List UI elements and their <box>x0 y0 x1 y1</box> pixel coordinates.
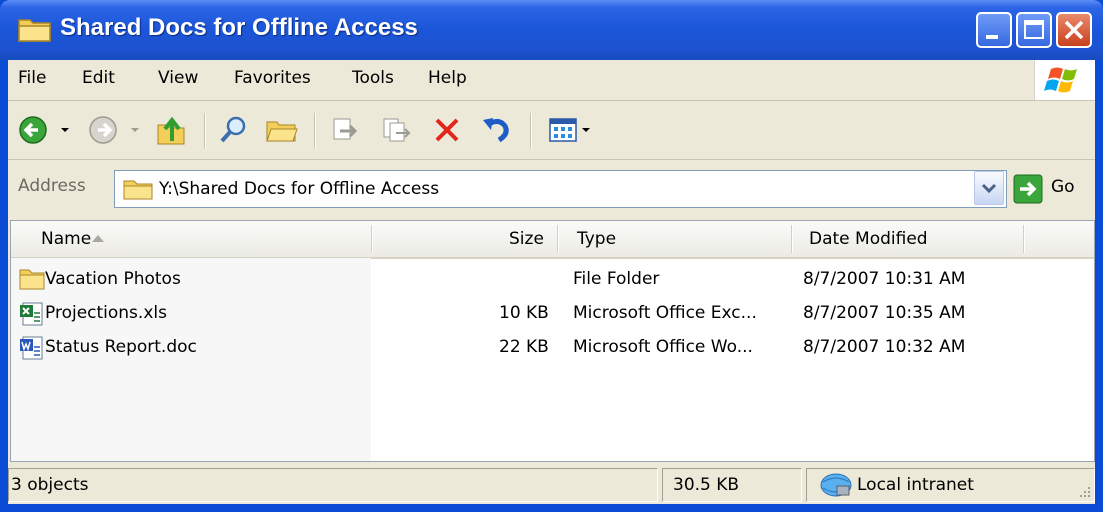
file-name: Projections.xls <box>45 303 167 323</box>
column-divider[interactable] <box>791 225 793 253</box>
object-count: 3 objects <box>11 475 89 495</box>
column-divider[interactable] <box>557 225 559 253</box>
toolbar-separator <box>530 113 532 149</box>
toolbar-separator <box>204 113 206 149</box>
minimize-icon <box>986 35 998 39</box>
standard-toolbar <box>8 101 1095 160</box>
move-to-icon <box>333 118 358 140</box>
back-button[interactable] <box>16 111 56 149</box>
views-icon <box>549 118 590 142</box>
copy-to-icon <box>383 118 411 142</box>
folder-icon <box>19 269 45 290</box>
resize-grip-icon[interactable] <box>1076 483 1092 499</box>
status-pane-size: 30.5 KB <box>662 468 802 502</box>
list-item[interactable]: Status Report.doc 22 KB Microsoft Office… <box>11 331 1094 365</box>
window-title: Shared Docs for Offline Access <box>60 14 418 41</box>
file-type: File Folder <box>573 269 660 289</box>
menu-favorites[interactable]: Favorites <box>234 68 311 88</box>
maximize-icon <box>1024 20 1044 39</box>
column-header-type[interactable]: Type <box>577 229 616 249</box>
forward-icon <box>89 116 117 144</box>
list-header: Name Size Type Date Modified <box>11 221 1094 259</box>
column-divider[interactable] <box>1023 225 1025 253</box>
chevron-down-icon <box>131 128 139 132</box>
excel-file-icon <box>20 302 43 326</box>
address-input[interactable]: Y:\Shared Docs for Offline Access <box>114 170 1007 208</box>
back-dropdown-button[interactable] <box>56 111 76 149</box>
file-name: Status Report.doc <box>45 337 197 357</box>
local-intranet-icon <box>820 473 852 497</box>
list-item[interactable]: Vacation Photos File Folder 8/7/2007 10:… <box>11 263 1094 297</box>
address-label: Address <box>18 176 86 196</box>
search-button[interactable] <box>214 111 254 149</box>
file-list-view[interactable]: Name Size Type Date Modified Vacation Ph… <box>10 220 1095 462</box>
forward-dropdown-button[interactable] <box>126 111 146 149</box>
menu-edit[interactable]: Edit <box>82 68 115 88</box>
menu-file[interactable]: File <box>18 68 46 88</box>
move-to-button[interactable] <box>326 111 366 149</box>
list-item[interactable]: Projections.xls 10 KB Microsoft Office E… <box>11 297 1094 331</box>
file-size: 10 KB <box>499 303 549 323</box>
folder-icon <box>123 180 153 200</box>
explorer-window: Shared Docs for Offline Access File Edit… <box>0 0 1103 512</box>
menu-bar: File Edit View Favorites Tools Help <box>8 60 1095 101</box>
status-pane-objects: 3 objects <box>8 468 658 502</box>
go-button[interactable]: Go <box>1013 171 1093 207</box>
search-icon <box>220 116 246 143</box>
undo-button[interactable] <box>478 111 518 149</box>
undo-icon <box>483 118 509 143</box>
go-label: Go <box>1051 177 1075 197</box>
views-button[interactable] <box>544 111 600 149</box>
up-button[interactable] <box>152 111 192 149</box>
back-icon <box>19 116 47 144</box>
word-file-icon <box>20 336 43 360</box>
minimize-button[interactable] <box>976 12 1012 48</box>
title-bar[interactable]: Shared Docs for Offline Access <box>0 0 1103 60</box>
column-header-size[interactable]: Size <box>509 229 544 249</box>
windows-logo-icon <box>1034 60 1095 100</box>
file-name: Vacation Photos <box>45 269 181 289</box>
file-date-modified: 8/7/2007 10:32 AM <box>803 337 966 357</box>
close-button[interactable] <box>1056 12 1092 48</box>
column-divider[interactable] <box>371 225 373 253</box>
column-header-date-modified[interactable]: Date Modified <box>809 229 928 249</box>
close-icon <box>1064 20 1084 40</box>
go-arrow-icon <box>1013 174 1043 204</box>
total-size: 30.5 KB <box>673 475 740 495</box>
menu-help[interactable]: Help <box>428 68 467 88</box>
maximize-button[interactable] <box>1016 12 1052 48</box>
file-type: Microsoft Office Exc... <box>573 303 757 323</box>
up-folder-icon <box>157 116 185 145</box>
file-size: 22 KB <box>499 337 549 357</box>
menu-view[interactable]: View <box>158 68 198 88</box>
chevron-down-icon <box>981 183 997 194</box>
file-date-modified: 8/7/2007 10:35 AM <box>803 303 966 323</box>
column-header-name[interactable]: Name <box>41 229 91 249</box>
file-date-modified: 8/7/2007 10:31 AM <box>803 269 966 289</box>
folders-icon <box>266 121 298 142</box>
status-bar: 3 objects 30.5 KB Local intranet <box>8 466 1095 504</box>
folders-button[interactable] <box>262 111 302 149</box>
menu-tools[interactable]: Tools <box>352 68 394 88</box>
security-zone: Local intranet <box>857 475 974 495</box>
copy-to-button[interactable] <box>378 111 418 149</box>
delete-button[interactable] <box>428 111 468 149</box>
address-bar: Address Y:\Shared Docs for Offline Acces… <box>8 160 1095 218</box>
file-type: Microsoft Office Wo... <box>573 337 753 357</box>
sort-ascending-icon <box>92 235 104 242</box>
folder-icon <box>18 19 51 42</box>
delete-icon <box>435 118 459 142</box>
address-value: Y:\Shared Docs for Offline Access <box>159 179 440 199</box>
window-client-area: File Edit View Favorites Tools Help Addr… <box>8 60 1095 504</box>
status-pane-zone: Local intranet <box>806 468 1095 502</box>
address-dropdown-button[interactable] <box>974 171 1004 205</box>
forward-button[interactable] <box>86 111 126 149</box>
toolbar-separator <box>314 113 316 149</box>
chevron-down-icon <box>61 128 69 132</box>
